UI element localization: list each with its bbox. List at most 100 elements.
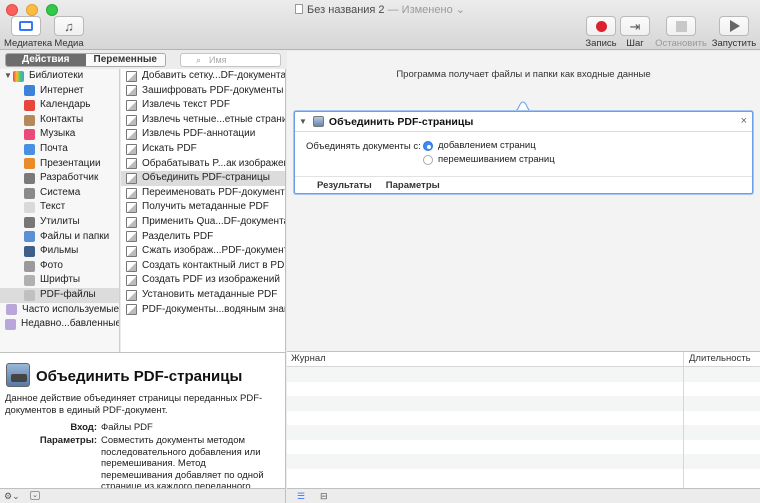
options-button[interactable]: Параметры <box>386 180 440 191</box>
pdf-icon <box>126 216 137 228</box>
show-log-icon[interactable]: ☰ <box>297 491 305 501</box>
category-icon <box>24 187 35 199</box>
sidebar-item[interactable]: Шрифты <box>0 273 119 288</box>
description-params: Параметры: Совместить документы методом … <box>39 435 264 488</box>
library-list: ▼ Библиотеки Интернет Календарь Контакты Му… <box>0 69 120 352</box>
libraries-icon <box>13 70 24 82</box>
action-item[interactable]: Создать PDF из изображений <box>121 273 285 288</box>
log-row <box>287 440 760 455</box>
sidebar-item-recently-added[interactable]: Недавно...бавленные <box>0 317 119 332</box>
toolbar: Без названия 2 — Изменено ⌄ Медиатека ♫ … <box>0 0 760 50</box>
collapse-icon[interactable]: ▼ <box>299 117 307 126</box>
sidebar-item[interactable]: Утилиты <box>0 215 119 230</box>
library-root[interactable]: ▼ Библиотеки <box>0 69 119 84</box>
log-row <box>287 469 760 484</box>
radio-shuffle[interactable]: перемешиванием страниц <box>423 154 555 165</box>
duration-column-header[interactable]: Длительность <box>689 352 751 366</box>
pdf-icon <box>126 129 137 141</box>
run-button[interactable]: Запустить <box>710 16 758 49</box>
action-item[interactable]: Применить Qua...DF-документам <box>121 215 285 230</box>
sidebar-item[interactable]: Интернет <box>0 84 119 99</box>
workflow-hint: Программа получает файлы и папки как вхо… <box>396 69 651 80</box>
toggle-description-icon[interactable]: ⌄ <box>30 491 40 500</box>
sidebar-item[interactable]: Контакты <box>0 113 119 128</box>
category-icon <box>24 172 35 184</box>
library-icon <box>19 21 33 31</box>
edited-status[interactable]: — Изменено ⌄ <box>388 4 465 16</box>
sidebar-item[interactable]: Фото <box>0 259 119 274</box>
action-item[interactable]: Сжать изображ...PDF-документах <box>121 244 285 259</box>
tab-actions[interactable]: Действия <box>6 54 86 66</box>
pdf-icon <box>126 114 137 126</box>
action-item[interactable]: Извлечь четные...етные страницы <box>121 113 285 128</box>
disclosure-icon[interactable]: ▼ <box>4 69 12 84</box>
action-item[interactable]: Искать PDF <box>121 142 285 157</box>
action-item[interactable]: Создать контактный лист в PDF <box>121 259 285 274</box>
pdf-icon <box>126 275 137 287</box>
action-card-footer: Результаты Параметры <box>295 176 752 193</box>
log-panel: Журнал Длительность <box>287 351 760 489</box>
sidebar-item-recent[interactable]: Часто используемые <box>0 303 119 318</box>
action-item[interactable]: Извлечь PDF-аннотации <box>121 127 285 142</box>
log-column-header[interactable]: Журнал <box>291 352 326 366</box>
search-icon: ⌕ <box>196 55 202 65</box>
action-item[interactable]: Разделить PDF <box>121 230 285 245</box>
pdf-icon <box>126 158 137 170</box>
sidebar-item[interactable]: Календарь <box>0 98 119 113</box>
sidebar-item[interactable]: Почта <box>0 142 119 157</box>
pdf-icon <box>126 289 137 301</box>
action-item[interactable]: Обрабатывать P...ак изображения <box>121 157 285 172</box>
pdf-action-icon <box>6 363 30 387</box>
sidebar-item[interactable]: Текст <box>0 200 119 215</box>
radio-append[interactable]: добавлением страниц <box>423 140 536 151</box>
media-icon: ♫ <box>64 18 74 34</box>
action-item[interactable]: Объединить PDF-страницы <box>121 171 285 186</box>
pdf-icon <box>126 245 137 257</box>
sidebar-item[interactable]: Презентации <box>0 157 119 172</box>
action-card[interactable]: ▼ Объединить PDF-страницы × Объединять д… <box>294 111 753 194</box>
action-item[interactable]: Добавить сетку...DF-документам <box>121 69 285 84</box>
sidebar-item[interactable]: Разработчик <box>0 171 119 186</box>
tab-variables[interactable]: Переменные <box>85 54 165 66</box>
show-variables-icon[interactable]: ⊟ <box>320 491 328 501</box>
pdf-icon <box>126 304 137 316</box>
sidebar-item[interactable]: Файлы и папки <box>0 230 119 245</box>
close-icon[interactable]: × <box>741 115 747 127</box>
sidebar-item[interactable]: Система <box>0 186 119 201</box>
sidebar-item[interactable]: PDF-файлы <box>0 287 119 303</box>
sidebar-item[interactable]: Фильмы <box>0 244 119 259</box>
category-icon <box>24 275 35 287</box>
category-icon <box>24 129 35 141</box>
action-item[interactable]: Зашифровать PDF-документы <box>121 84 285 99</box>
step-button[interactable]: ⇥ Шаг <box>620 16 650 49</box>
library-segmented-control: Действия Переменные <box>5 53 166 67</box>
stop-icon <box>675 20 687 32</box>
stop-button[interactable]: Остановить <box>653 16 709 49</box>
media-button[interactable]: ♫ Медиа <box>52 16 86 49</box>
action-item[interactable]: Переименовать PDF-документы <box>121 186 285 201</box>
action-item[interactable]: Извлечь текст PDF <box>121 98 285 113</box>
description-title: Объединить PDF-страницы <box>36 368 243 385</box>
action-card-header: ▼ Объединить PDF-страницы <box>295 112 752 132</box>
right-bottom-bar: ☰ ⊟ <box>287 488 760 503</box>
pdf-icon <box>126 260 137 272</box>
action-icon <box>312 116 324 127</box>
description-panel: Объединить PDF-страницы Данное действие … <box>0 352 286 488</box>
category-icon <box>24 143 35 155</box>
description-text: Данное действие объединяет страницы пере… <box>5 393 263 416</box>
gear-menu-icon[interactable]: ⚙⌄ <box>4 491 20 501</box>
record-icon <box>595 20 607 32</box>
actions-list: Добавить сетку...DF-документам Зашифроват… <box>121 69 286 352</box>
category-icon <box>24 216 35 228</box>
log-row <box>287 396 760 411</box>
results-button[interactable]: Результаты <box>317 180 372 191</box>
search-input[interactable]: ⌕ Имя <box>180 53 281 67</box>
sidebar-item[interactable]: Музыка <box>0 127 119 142</box>
action-item[interactable]: Получить метаданные PDF <box>121 200 285 215</box>
workflow-area[interactable]: Программа получает файлы и папки как вхо… <box>287 51 760 351</box>
action-item[interactable]: Установить метаданные PDF <box>121 288 285 303</box>
connector-icon <box>515 101 531 111</box>
library-button[interactable]: Медиатека <box>4 16 52 49</box>
record-button[interactable]: Запись <box>584 16 618 49</box>
action-item[interactable]: PDF-документы...водяным знаком <box>121 303 285 318</box>
